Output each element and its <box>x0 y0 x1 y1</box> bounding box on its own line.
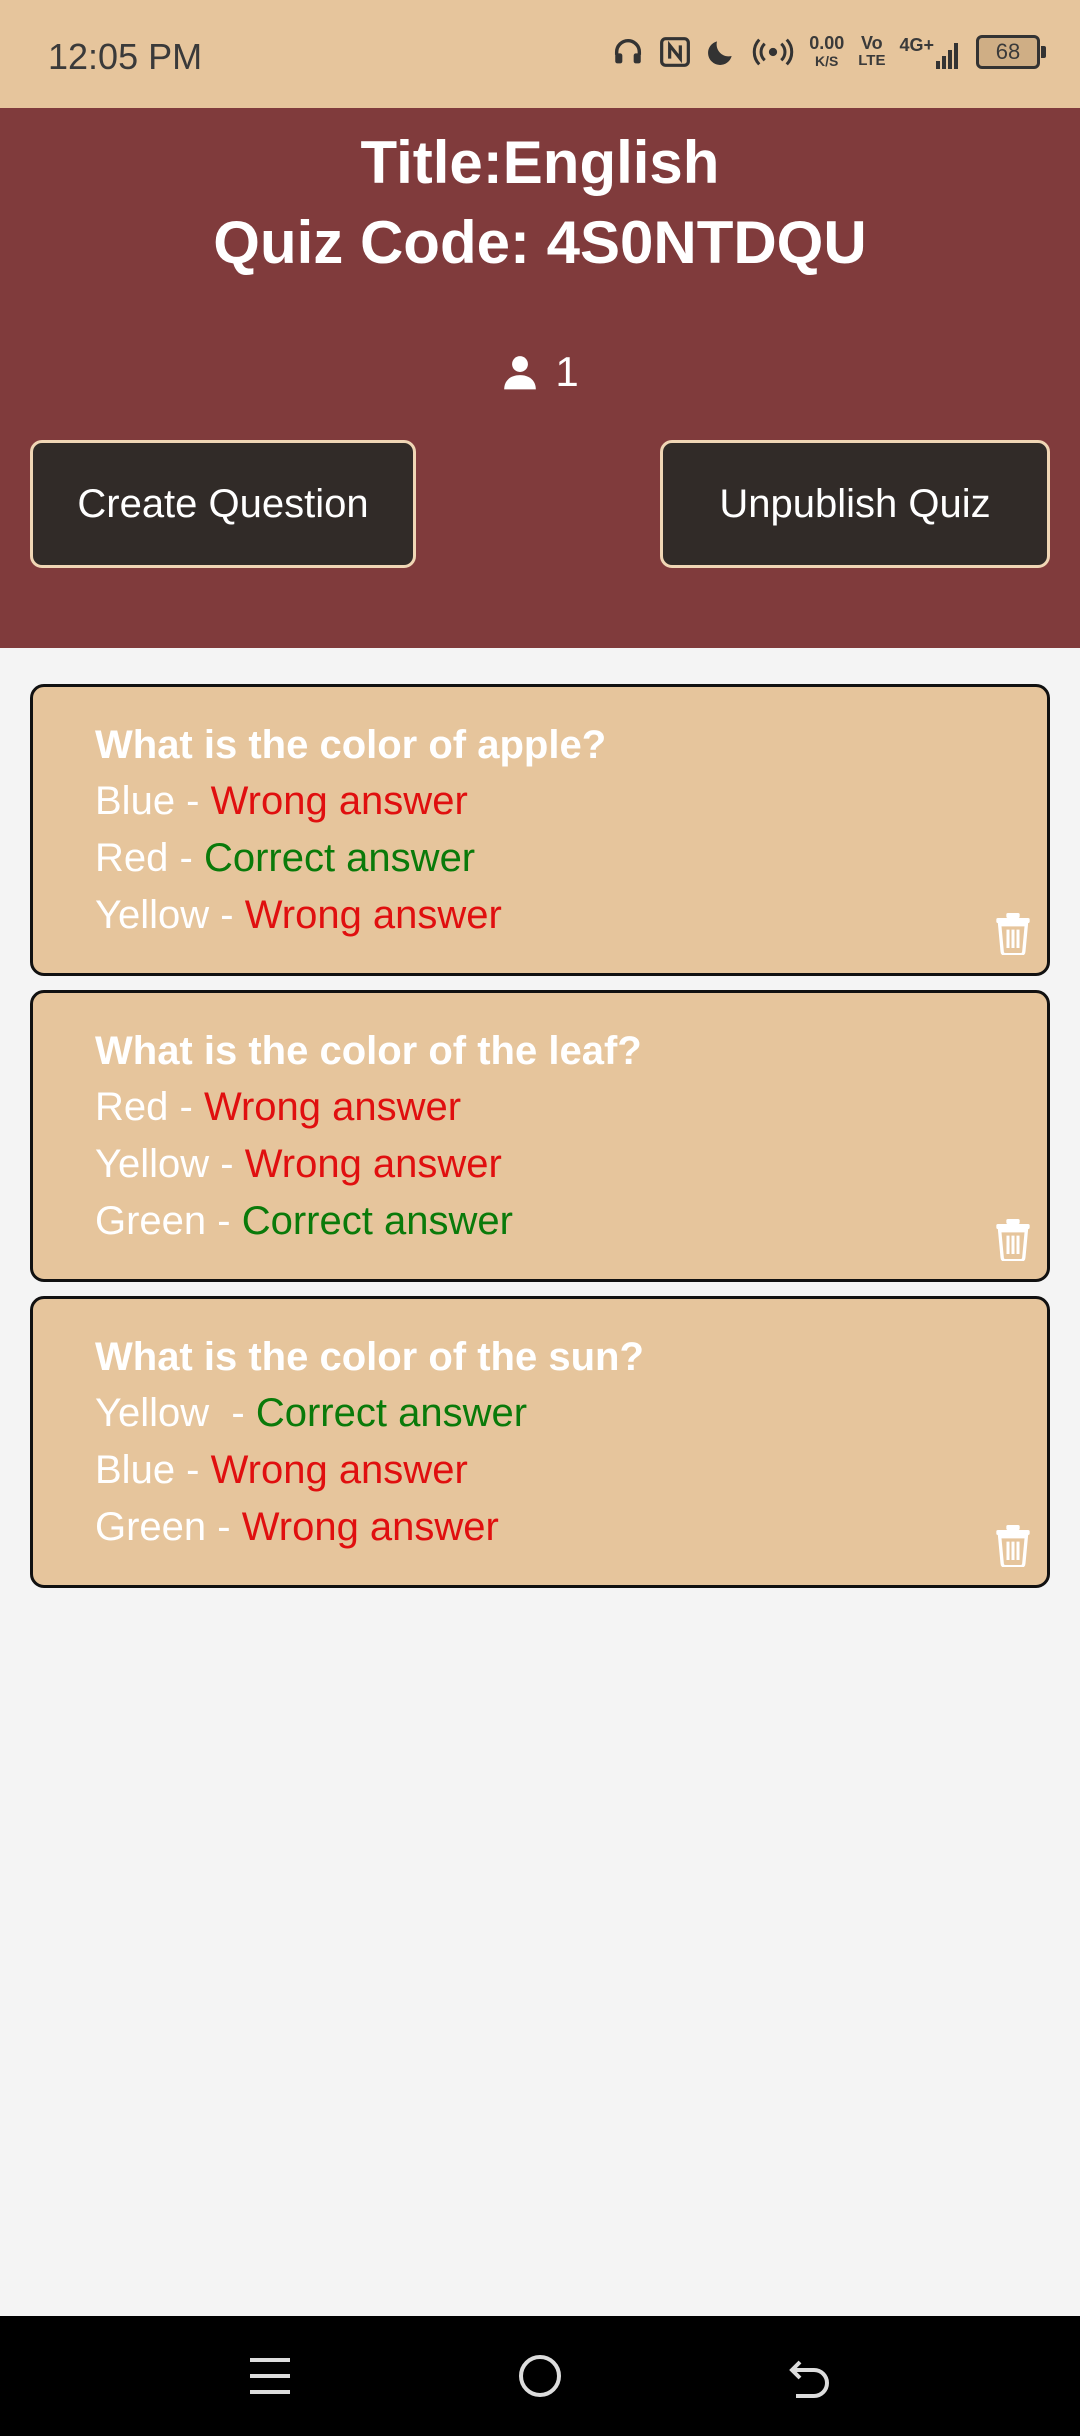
back-icon[interactable] <box>788 2346 834 2406</box>
battery-icon: 68 <box>976 35 1046 69</box>
option-text: Red <box>95 836 169 880</box>
wrong-answer-label: Wrong answer <box>203 1085 462 1129</box>
answer-option: Yellow - Wrong answer <box>95 1142 502 1187</box>
correct-answer-label: Correct answer <box>203 836 476 880</box>
quiz-code: Quiz Code: 4S0NTDQU <box>213 209 867 276</box>
correct-answer-label: Correct answer <box>241 1199 513 1243</box>
unpublish-quiz-button[interactable]: Unpublish Quiz <box>660 440 1050 568</box>
wrong-answer-label: Wrong answer <box>210 779 468 823</box>
answer-option: Green - Wrong answer <box>95 1505 499 1550</box>
correct-answer-label: Correct answer <box>255 1391 528 1435</box>
net-speed: 0.00 K/S <box>809 33 845 69</box>
question-text: What is the color of apple? <box>95 723 607 767</box>
moon-icon <box>708 41 732 65</box>
delete-icon[interactable] <box>993 1523 1033 1567</box>
status-time: 12:05 PM <box>48 36 203 77</box>
option-text: Green <box>95 1199 207 1243</box>
option-text: Red <box>95 1085 169 1129</box>
delete-icon[interactable] <box>993 911 1033 955</box>
question-card[interactable]: What is the color of the leaf? Red - Wron… <box>30 990 1050 1282</box>
answer-option: Yellow - Correct answer <box>95 1391 527 1436</box>
option-separator: - <box>209 1391 256 1435</box>
wrong-answer-label: Wrong answer <box>244 893 502 937</box>
wrong-answer-label: Wrong answer <box>244 1142 502 1186</box>
question-card[interactable]: What is the color of apple? Blue - Wrong … <box>30 684 1050 976</box>
nfc-icon <box>660 37 691 67</box>
option-separator: - <box>206 1199 242 1243</box>
hotspot-icon <box>752 38 794 66</box>
option-text: Green <box>95 1505 207 1549</box>
option-separator: - <box>175 779 211 823</box>
delete-icon[interactable] <box>993 1217 1033 1261</box>
quiz-header: Title:English Quiz Code: 4S0NTDQU 1 Crea… <box>0 108 1080 648</box>
option-separator: - <box>168 1085 204 1129</box>
person-icon <box>504 356 537 390</box>
answer-option: Blue - Wrong answer <box>95 1448 468 1493</box>
question-text: What is the color of the sun? <box>95 1335 644 1379</box>
option-text: Yellow <box>95 1391 210 1435</box>
wrong-answer-label: Wrong answer <box>241 1505 499 1549</box>
option-text: Blue <box>95 779 176 823</box>
option-text: Yellow <box>95 893 210 937</box>
status-icons: 0.00 K/S Vo LTE 4G+ 68 <box>611 33 1046 70</box>
volte-indicator: Vo LTE <box>858 33 886 69</box>
option-separator: - <box>209 1142 245 1186</box>
wrong-answer-label: Wrong answer <box>210 1448 468 1492</box>
answer-option: Red - Correct answer <box>95 836 475 881</box>
option-separator: - <box>175 1448 211 1492</box>
option-text: Yellow <box>95 1142 210 1186</box>
quiz-title: Title:English <box>360 129 720 196</box>
status-bar: 12:05 PM 0.00 K/S Vo LTE 4G+ 68 <box>0 0 1080 108</box>
answer-option: Red - Wrong answer <box>95 1085 461 1130</box>
participants: 1 <box>0 348 1080 396</box>
option-separator: - <box>209 893 245 937</box>
home-icon[interactable] <box>514 2346 566 2406</box>
option-separator: - <box>168 836 204 880</box>
create-question-button[interactable]: Create Question <box>30 440 416 568</box>
navigation-bar <box>0 2316 1080 2436</box>
menu-icon[interactable] <box>248 2346 292 2406</box>
option-separator: - <box>206 1505 242 1549</box>
question-text: What is the color of the leaf? <box>95 1029 642 1073</box>
answer-option: Blue - Wrong answer <box>95 779 468 824</box>
signal-icon: 4G+ <box>899 35 962 69</box>
question-card[interactable]: What is the color of the sun? Yellow - Co… <box>30 1296 1050 1588</box>
answer-option: Yellow - Wrong answer <box>95 893 502 938</box>
answer-option: Green - Correct answer <box>95 1199 513 1244</box>
option-text: Blue <box>95 1448 176 1492</box>
participant-count: 1 <box>555 348 579 395</box>
headphones-icon <box>615 39 642 64</box>
